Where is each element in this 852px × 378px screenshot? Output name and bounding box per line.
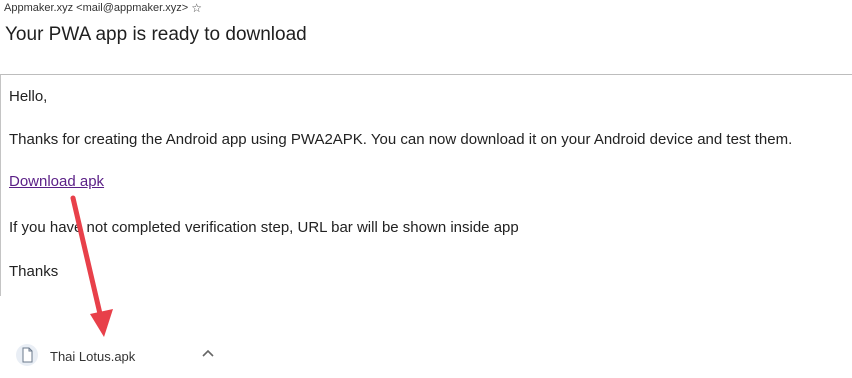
document-icon[interactable] [16, 343, 38, 367]
download-apk-link[interactable]: Download apk [9, 173, 104, 190]
email-body [0, 74, 852, 296]
star-icon[interactable]: ☆ [191, 2, 202, 14]
download-file-name[interactable]: Thai Lotus.apk [50, 349, 135, 364]
greeting-text: Hello, [9, 88, 48, 105]
sender-address: Appmaker.xyz <mail@appmaker.xyz> [4, 2, 189, 14]
closing-text: Thanks [9, 263, 59, 280]
verification-note: If you have not completed verification s… [9, 219, 519, 236]
chevron-up-icon[interactable] [199, 346, 217, 360]
sender-line: Appmaker.xyz <mail@appmaker.xyz> ☆ [4, 2, 202, 14]
intro-paragraph: Thanks for creating the Android app usin… [9, 131, 793, 148]
email-subject: Your PWA app is ready to download [5, 24, 307, 45]
